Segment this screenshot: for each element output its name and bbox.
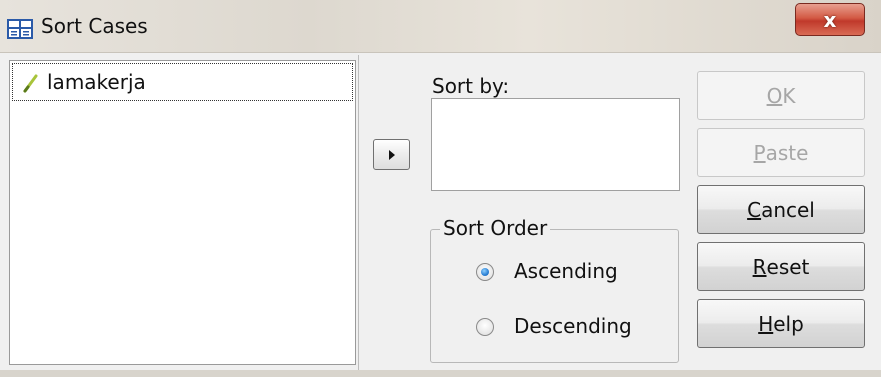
ok-label-rest: K bbox=[782, 83, 796, 108]
descending-label[interactable]: Descending bbox=[514, 314, 632, 338]
title-bar[interactable]: Sort Cases x bbox=[0, 0, 881, 53]
reset-label-rest: eset bbox=[766, 254, 810, 279]
ascending-radio[interactable] bbox=[476, 263, 494, 281]
sort-order-group bbox=[430, 229, 679, 363]
close-button[interactable]: x bbox=[795, 3, 865, 36]
reset-button[interactable]: Reset bbox=[697, 242, 865, 291]
ok-mnemonic: O bbox=[766, 83, 783, 108]
close-icon: x bbox=[823, 7, 837, 32]
sort-order-legend: Sort Order bbox=[440, 216, 551, 240]
reset-mnemonic: R bbox=[752, 254, 767, 279]
sort-by-list[interactable] bbox=[431, 98, 680, 191]
sort-by-label: Sort by: bbox=[432, 74, 510, 98]
paste-button[interactable]: Paste bbox=[697, 128, 865, 177]
cancel-mnemonic: C bbox=[747, 197, 762, 222]
scale-variable-icon bbox=[23, 74, 38, 93]
window-bottom-edge bbox=[0, 370, 881, 377]
spss-dataset-icon bbox=[7, 19, 33, 39]
help-mnemonic: H bbox=[758, 311, 774, 336]
ascending-label[interactable]: Ascending bbox=[514, 259, 618, 283]
descending-radio[interactable] bbox=[476, 318, 494, 336]
variable-list[interactable]: lamakerja bbox=[9, 60, 356, 365]
right-arrow-icon bbox=[388, 149, 395, 160]
cancel-label-rest: ancel bbox=[761, 197, 815, 222]
variable-label: lamakerja bbox=[47, 70, 146, 94]
move-to-sort-by-button[interactable] bbox=[373, 139, 410, 170]
help-label-rest: elp bbox=[773, 311, 804, 336]
window-title: Sort Cases bbox=[41, 14, 148, 38]
cancel-button[interactable]: Cancel bbox=[697, 185, 865, 234]
help-button[interactable]: Help bbox=[697, 299, 865, 348]
variable-item-lamakerja[interactable]: lamakerja bbox=[12, 63, 353, 101]
sort-cases-dialog: Sort Cases x lamakerja Sort by: Sort Ord… bbox=[0, 0, 881, 377]
ok-button[interactable]: OK bbox=[697, 71, 865, 120]
paste-label-rest: aste bbox=[765, 140, 809, 165]
paste-mnemonic: P bbox=[753, 140, 766, 165]
